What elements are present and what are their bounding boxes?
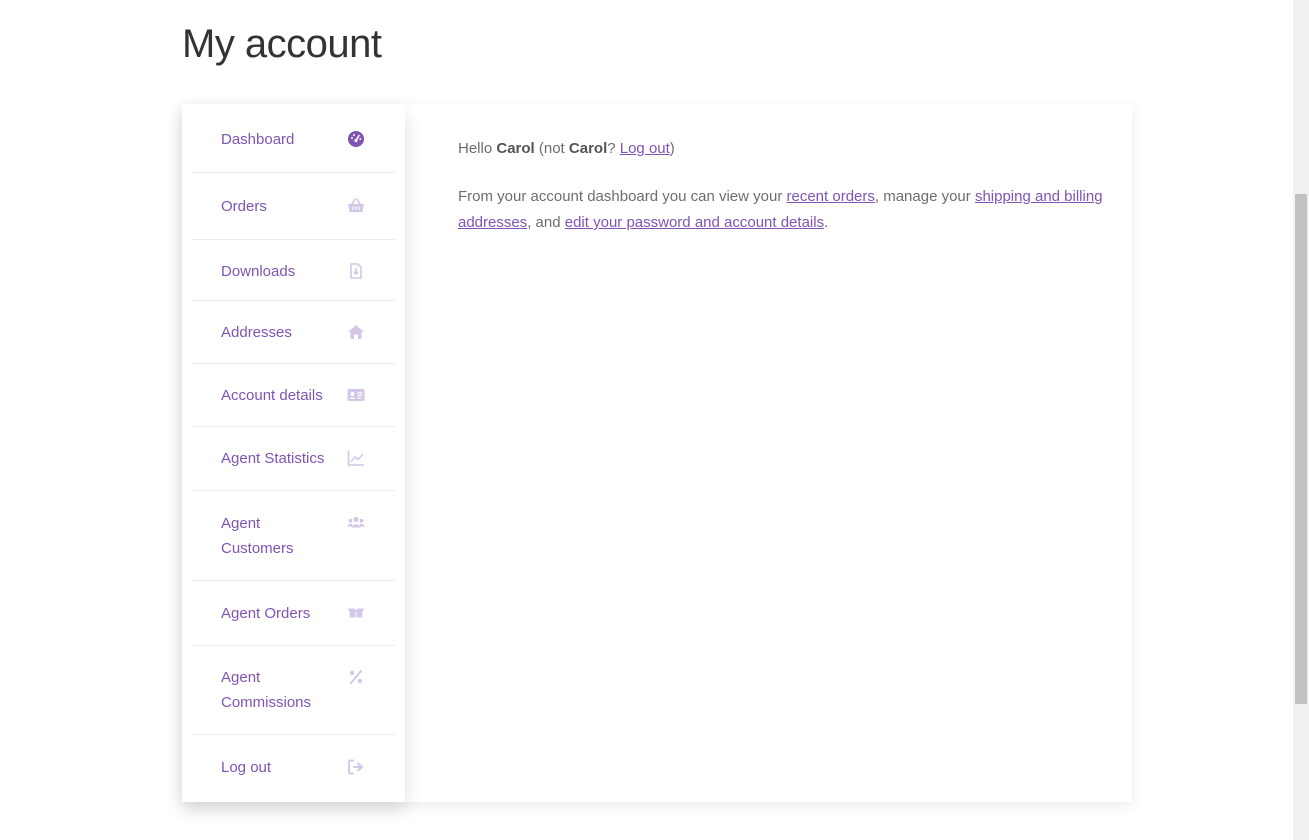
users-icon [347,514,365,532]
nav-item-label: Orders [221,198,267,215]
dashboard-description: From your account dashboard you can view… [458,184,1118,236]
nav-item-label: Agent Customers [221,515,294,557]
sign-out-icon [347,758,365,776]
greeting-close: ) [669,140,675,157]
nav-item-label: Agent Statistics [221,450,325,467]
nav-item-agent-orders[interactable]: Agent Orders [192,581,395,646]
dashboard-content: Hello Carol (not Carol? Log out) From yo… [458,136,1118,258]
boxes-icon [347,604,365,622]
description-text: , and [527,214,565,231]
greeting-hello: Hello [458,140,497,157]
description-text: . [824,214,829,231]
nav-item-label: Downloads [221,263,296,280]
nav-item-label: Dashboard [221,131,295,148]
nav-item-orders[interactable]: Orders [192,173,395,240]
nav-item-dashboard[interactable]: Dashboard [192,104,395,173]
nav-item-addresses[interactable]: Addresses [192,301,395,364]
account-navigation: Dashboard Orders Downloads Addresses Acc… [182,104,405,802]
account-details-link[interactable]: edit your password and account details [565,214,824,231]
nav-item-label: Agent Orders [221,605,311,622]
nav-item-label: Agent Commissions [221,669,312,711]
page-scrollbar[interactable] [1293,0,1309,840]
nav-item-agent-statistics[interactable]: Agent Statistics [192,427,395,491]
description-text: , manage your [874,188,975,205]
nav-item-label: Account details [221,387,323,404]
nav-item-label: Addresses [221,324,292,341]
account-card: Dashboard Orders Downloads Addresses Acc… [182,104,1132,802]
chart-line-icon [347,449,365,467]
nav-item-account-details[interactable]: Account details [192,364,395,427]
user-name-repeat: Carol [568,140,608,157]
nav-item-agent-customers[interactable]: Agent Customers [192,491,395,581]
file-download-icon [347,262,365,280]
page: My account Dashboard Orders Downloads Ad… [0,0,1309,840]
user-name: Carol [496,140,535,157]
description-text: From your account dashboard you can view… [458,188,787,205]
nav-item-downloads[interactable]: Downloads [192,240,395,301]
home-icon [347,323,365,341]
recent-orders-link[interactable]: recent orders [787,188,875,205]
logout-link[interactable]: Log out [620,140,670,157]
dashboard-icon [347,130,365,148]
nav-item-agent-commissions[interactable]: Agent Commissions [192,646,395,735]
id-card-icon [347,386,365,404]
nav-item-label: Log out [221,759,272,776]
greeting-question: ? [607,140,620,157]
percent-icon [347,668,365,686]
page-title: My account [182,22,382,66]
nav-item-log-out[interactable]: Log out [192,735,395,801]
greeting-line: Hello Carol (not Carol? Log out) [458,136,1118,162]
greeting-not: (not [534,140,569,157]
scrollbar-thumb[interactable] [1295,194,1307,704]
basket-icon [347,197,365,215]
